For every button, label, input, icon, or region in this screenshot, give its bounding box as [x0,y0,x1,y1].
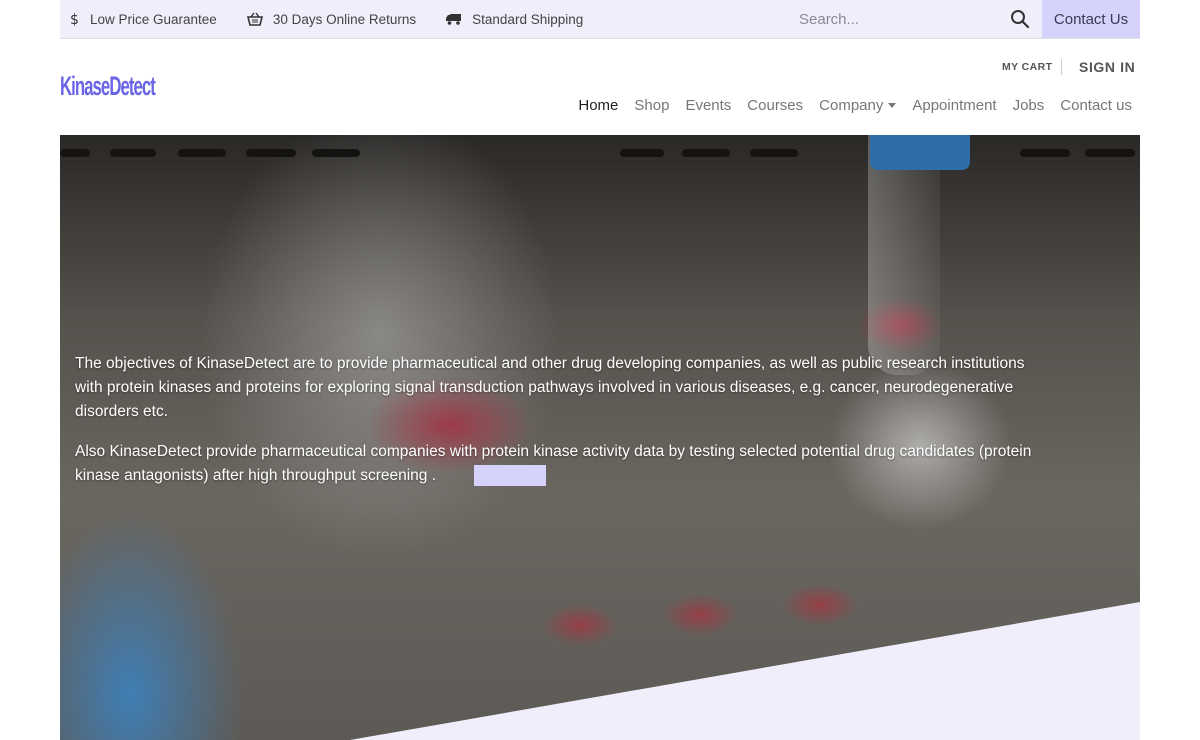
decor [868,135,940,375]
nav-appointment[interactable]: Appointment [912,97,996,114]
header-divider [1061,59,1062,75]
nav-courses[interactable]: Courses [747,97,803,114]
decor [60,149,90,157]
search-box [788,0,1042,38]
search-icon[interactable] [1010,9,1030,29]
my-cart-link[interactable]: MY CART [1002,61,1052,73]
decor [1020,149,1070,157]
page: $ Low Price Guarantee 30 Days Online Ret… [60,0,1140,740]
decor [620,149,664,157]
chevron-down-icon [888,103,897,108]
hero-action-button[interactable] [474,465,547,487]
nav-shop[interactable]: Shop [634,97,669,114]
nav-home[interactable]: Home [578,97,618,114]
nav-jobs[interactable]: Jobs [1013,97,1045,114]
header: KinaseDetect MY CART SIGN IN Home Shop E… [60,39,1140,135]
topbar-item-low-price: $ Low Price Guarantee [70,11,217,28]
decor [312,149,360,157]
main-nav: Home Shop Events Courses Company Appoint… [562,97,1132,114]
decor [750,149,798,157]
decor [870,135,970,170]
hero-paragraph-2-text: Also KinaseDetect provide pharmaceutical… [75,443,1032,484]
hero-paragraph-1: The objectives of KinaseDetect are to pr… [75,355,1025,420]
nav-events[interactable]: Events [685,97,731,114]
nav-company-label: Company [819,97,884,114]
basket-icon [246,12,263,26]
svg-text:$: $ [70,12,79,27]
dollar-icon: $ [70,12,79,27]
search-input[interactable] [788,4,988,34]
topbar-item-returns: 30 Days Online Returns [246,11,417,27]
nav-company[interactable]: Company [819,97,897,114]
decor [1085,149,1135,157]
hero-text: The objectives of KinaseDetect are to pr… [75,352,1035,504]
topbar-item-label: Low Price Guarantee [90,11,217,27]
topbar-item-shipping: Standard Shipping [446,12,583,27]
hero-paragraph-2: Also KinaseDetect provide pharmaceutical… [75,440,1035,488]
nav-contact-us[interactable]: Contact us [1060,97,1132,114]
topbar-item-label: 30 Days Online Returns [272,11,417,27]
decor [178,149,226,157]
contact-us-button[interactable]: Contact Us [1042,0,1140,38]
site-logo[interactable]: KinaseDetect [60,66,156,106]
decor [246,149,296,157]
top-bar: $ Low Price Guarantee 30 Days Online Ret… [60,0,1140,39]
decor [682,149,730,157]
topbar-item-label: Standard Shipping [472,11,584,27]
truck-icon [446,14,462,25]
decor [110,149,156,157]
hero-banner: The objectives of KinaseDetect are to pr… [60,135,1140,740]
sign-in-link[interactable]: SIGN IN [1079,59,1135,75]
